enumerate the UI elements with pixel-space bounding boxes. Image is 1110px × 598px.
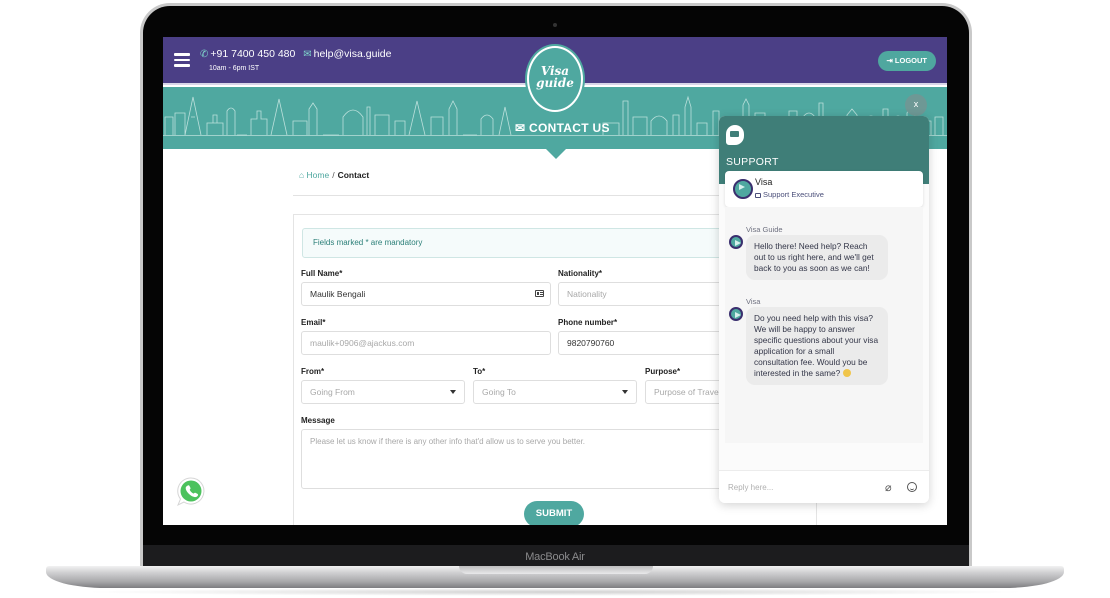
from-select[interactable]: Going From [301, 380, 465, 404]
chat-message: Do you need help with this visa? We will… [746, 307, 888, 385]
breadcrumb-home-label: Home [306, 170, 330, 180]
briefcase-icon [755, 192, 761, 198]
agent-role: Support Executive [755, 190, 824, 199]
laptop-shadow [80, 588, 1030, 596]
email-input[interactable]: maulik+0906@ajackus.com [301, 331, 551, 355]
chat-messages: Visa Guide Hello there! Need help? Reach… [725, 207, 923, 443]
home-icon: ⌂ [299, 170, 307, 180]
message-label: Message [301, 416, 335, 425]
support-chat-widget: SUPPORT Visa Support Executive Visa Guid… [719, 116, 929, 503]
device-label: MacBook Air [525, 551, 585, 563]
breadcrumb: ⌂ Home / Contact [299, 170, 369, 180]
from-placeholder: Going From [310, 387, 355, 397]
from-label: From* [301, 367, 325, 376]
mail-icon: ✉ [515, 121, 529, 135]
mail-icon: ✉ [303, 49, 312, 60]
full-name-label: Full Name* [301, 269, 343, 278]
breadcrumb-current: Contact [337, 170, 370, 180]
breadcrumb-separator: / [332, 170, 335, 180]
reply-input[interactable]: Reply here... [728, 483, 773, 492]
menu-icon[interactable] [174, 53, 190, 67]
phone-label: Phone number* [558, 318, 618, 327]
email-link[interactable]: help@visa.guide [314, 48, 392, 60]
message-sender: Visa [746, 297, 761, 306]
sender-avatar [729, 307, 743, 321]
phone-icon: ✆ [200, 49, 209, 60]
page-title: CONTACT US [529, 121, 610, 135]
nationality-label: Nationality* [558, 269, 603, 278]
nationality-input[interactable]: Nationality [558, 282, 728, 306]
chat-title: SUPPORT [726, 156, 779, 168]
screen: ✆ +91 7400 450 480 ✉ help@visa.guide 10am … [163, 37, 947, 525]
chat-message: Hello there! Need help? Reach out to us … [746, 235, 888, 280]
chat-bubble-icon [726, 125, 744, 145]
agent-avatar [733, 179, 753, 199]
full-name-input[interactable]: Maulik Bengali [301, 282, 551, 306]
message-textarea[interactable]: Please let us know if there is any other… [301, 429, 741, 489]
agent-card: Visa Support Executive [725, 171, 923, 207]
chevron-down-icon [450, 390, 456, 394]
page-heading: ✉ CONTACT US [515, 121, 610, 135]
sender-avatar [729, 235, 743, 249]
visa-guide-logo[interactable]: Visa guide [527, 46, 583, 112]
camera-icon [553, 23, 557, 27]
business-hours: 10am - 6pm IST [209, 65, 260, 72]
submit-button[interactable]: SUBMIT [524, 501, 584, 525]
smiley-emoji-icon [842, 369, 851, 377]
agent-role-text: Support Executive [763, 190, 824, 199]
full-name-value: Maulik Bengali [310, 289, 366, 299]
emoji-icon[interactable] [907, 482, 917, 492]
attachment-icon[interactable]: ⌀ [885, 481, 892, 494]
agent-name: Visa [755, 177, 773, 187]
purpose-label: Purpose* [645, 367, 681, 376]
contact-info: ✆ +91 7400 450 480 ✉ help@visa.guide [200, 48, 391, 60]
whatsapp-icon[interactable] [175, 476, 207, 508]
logo-text-guide: guide [536, 76, 574, 90]
chat-close-button[interactable]: x [905, 94, 927, 116]
chat-reply-bar: Reply here... ⌀ [719, 470, 929, 503]
breadcrumb-home[interactable]: ⌂ Home [299, 170, 329, 180]
to-placeholder: Going To [482, 387, 516, 397]
to-label: To* [473, 367, 486, 376]
contact-card-icon [535, 290, 544, 297]
logout-button[interactable]: ⇥ LOGOUT [877, 51, 936, 71]
laptop-notch [459, 566, 653, 574]
to-select[interactable]: Going To [473, 380, 637, 404]
phone-input[interactable]: 9820790760 [558, 331, 728, 355]
banner-pointer [546, 149, 566, 159]
chat-message-text: Do you need help with this visa? We will… [754, 313, 879, 378]
laptop-mockup: ✆ +91 7400 450 480 ✉ help@visa.guide 10am … [0, 0, 1110, 598]
email-label: Email* [301, 318, 326, 327]
chevron-down-icon [622, 390, 628, 394]
message-sender: Visa Guide [746, 225, 783, 234]
phone-number[interactable]: +91 7400 450 480 [210, 48, 295, 60]
